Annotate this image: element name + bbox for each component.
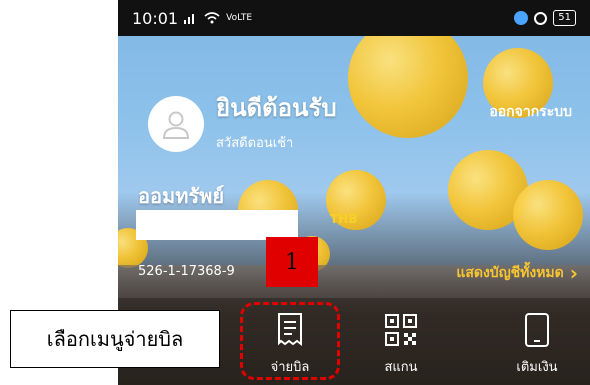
greeting-text: สวัสดีตอนเช้า <box>216 136 294 151</box>
account-number: 526-1-17368-9 <box>138 264 235 279</box>
status-time: 10:01 <box>132 8 179 28</box>
currency-label: THB <box>330 212 358 226</box>
battery-indicator: 51 <box>553 10 576 26</box>
show-all-label: แสดงบัญชีทั้งหมด <box>456 265 564 281</box>
chevron-right-icon: › <box>569 261 578 285</box>
user-icon <box>162 111 190 139</box>
avatar[interactable] <box>148 96 204 152</box>
shield-icon <box>514 11 529 25</box>
wifi-icon <box>204 9 220 28</box>
menu-scan[interactable]: สแกน <box>356 310 446 377</box>
balloon <box>513 180 583 250</box>
signal-icon <box>184 9 198 28</box>
show-all-accounts-link[interactable]: แสดงบัญชีทั้งหมด › <box>456 262 578 284</box>
welcome-title: ยินดีต้อนรับ <box>216 94 337 122</box>
balloon <box>348 18 468 138</box>
mobile-phone-icon <box>517 310 557 350</box>
highlight-box <box>240 302 340 380</box>
account-type: ออมทรัพย์ <box>138 184 225 208</box>
balance-redacted <box>136 210 298 240</box>
logout-link[interactable]: ออกจากระบบ <box>489 101 572 123</box>
step-number-badge: 1 <box>266 237 318 287</box>
menu-label: เติมเงิน <box>516 360 558 375</box>
instruction-callout: เลือกเมนูจ่ายบิล <box>10 310 220 368</box>
sync-icon <box>534 11 548 25</box>
volte-label: VoLTE <box>226 13 253 23</box>
menu-top-up[interactable]: เติมเงิน <box>492 310 582 377</box>
menu-label: สแกน <box>384 360 418 375</box>
qr-code-icon <box>381 310 421 350</box>
status-bar: 10:01 VoLTE 51 <box>118 0 590 36</box>
